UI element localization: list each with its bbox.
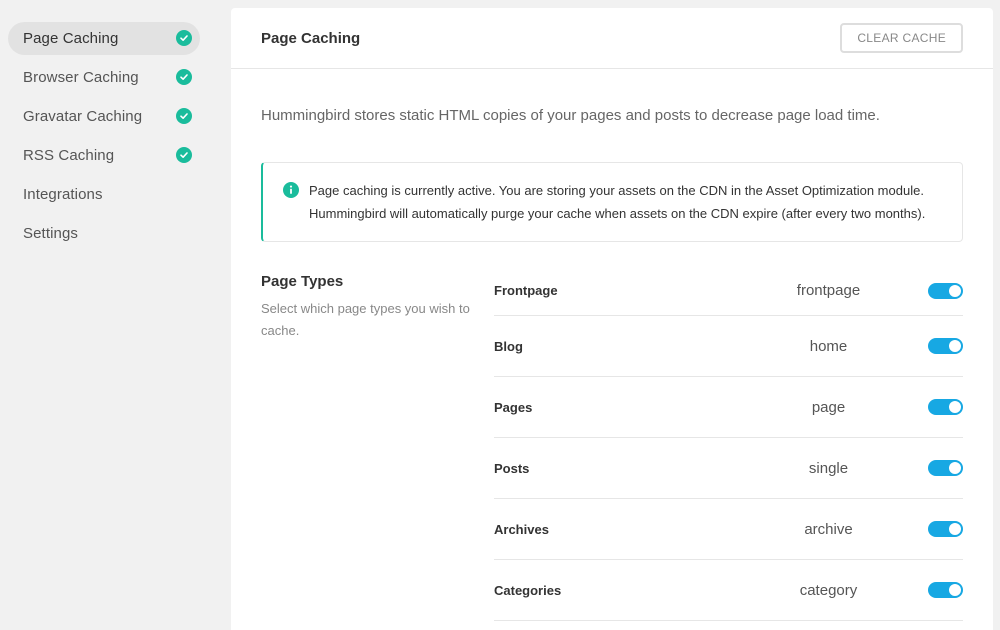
toggle-knob: [949, 401, 961, 413]
check-circle-icon: [176, 30, 192, 46]
page-type-label: Frontpage: [494, 283, 558, 298]
page-type-label: Categories: [494, 582, 562, 598]
sidebar-item-page-caching[interactable]: Page Caching: [8, 22, 200, 55]
check-circle-icon: [176, 69, 192, 85]
page-type-value: archive: [804, 520, 853, 538]
page-type-row-categories: Categories category: [494, 560, 963, 621]
sidebar-item-label: RSS Caching: [23, 147, 115, 164]
sidebar-item-settings[interactable]: Settings: [8, 217, 200, 250]
page-description: Hummingbird stores static HTML copies of…: [261, 107, 880, 124]
archives-toggle[interactable]: [928, 521, 963, 537]
toggle-knob: [949, 584, 961, 596]
page-type-label: Pages: [494, 399, 533, 415]
page-types-title: Page Types: [261, 273, 344, 290]
page-type-value: category: [799, 581, 858, 599]
page-title: Page Caching: [261, 29, 361, 47]
sidebar: Page Caching Browser Caching Gravatar Ca…: [0, 0, 230, 630]
page-type-value: single: [808, 459, 849, 477]
panel-body: Hummingbird stores static HTML copies of…: [231, 69, 993, 621]
page-types-list: Frontpage frontpage Blog home Pages page: [494, 273, 963, 621]
info-notice: Page caching is currently active. You ar…: [261, 162, 963, 242]
sidebar-item-label: Browser Caching: [23, 69, 139, 86]
page-type-row-posts: Posts single: [494, 438, 963, 499]
page-types-intro: Page Types Select which page types you w…: [261, 273, 494, 621]
page-type-label: Archives: [494, 521, 549, 537]
clear-cache-button[interactable]: CLEAR CACHE: [840, 23, 963, 53]
frontpage-toggle[interactable]: [928, 282, 963, 299]
toggle-knob: [949, 340, 961, 352]
notice-line-2: Hummingbird will automatically purge you…: [309, 206, 926, 221]
info-icon: [283, 182, 299, 198]
page-type-label: Posts: [494, 460, 530, 476]
page-type-row-pages: Pages page: [494, 377, 963, 438]
page-type-row-archives: Archives archive: [494, 499, 963, 560]
sidebar-item-rss-caching[interactable]: RSS Caching: [8, 139, 200, 172]
sidebar-item-label: Page Caching: [23, 30, 119, 47]
toggle-knob: [949, 284, 961, 297]
sidebar-item-gravatar-caching[interactable]: Gravatar Caching: [8, 100, 200, 133]
page-types-section: Page Types Select which page types you w…: [261, 273, 963, 621]
notice-line-1: Page caching is currently active. You ar…: [309, 183, 924, 198]
page-type-value: page: [811, 398, 846, 416]
toggle-knob: [949, 523, 961, 535]
sidebar-item-label: Gravatar Caching: [23, 108, 143, 125]
app-layout: Page Caching Browser Caching Gravatar Ca…: [0, 0, 1000, 630]
page-types-description: Select which page types you wish to cach…: [261, 301, 470, 338]
main-panel: Page Caching CLEAR CACHE Hummingbird sto…: [231, 8, 993, 630]
check-circle-icon: [176, 108, 192, 124]
page-type-row-blog: Blog home: [494, 316, 963, 377]
sidebar-item-integrations[interactable]: Integrations: [8, 178, 200, 211]
toggle-knob: [949, 462, 961, 474]
sidebar-item-label: Integrations: [23, 186, 103, 203]
page-type-row-frontpage: Frontpage frontpage: [494, 266, 963, 316]
check-circle-icon: [176, 147, 192, 163]
posts-toggle[interactable]: [928, 460, 963, 476]
page-type-label: Blog: [494, 338, 523, 354]
sidebar-item-label: Settings: [23, 225, 78, 242]
categories-toggle[interactable]: [928, 582, 963, 598]
blog-toggle[interactable]: [928, 338, 963, 354]
pages-toggle[interactable]: [928, 399, 963, 415]
sidebar-item-browser-caching[interactable]: Browser Caching: [8, 61, 200, 94]
page-type-value: frontpage: [796, 282, 861, 299]
page-type-value: home: [809, 337, 848, 355]
panel-header: Page Caching CLEAR CACHE: [231, 8, 993, 69]
